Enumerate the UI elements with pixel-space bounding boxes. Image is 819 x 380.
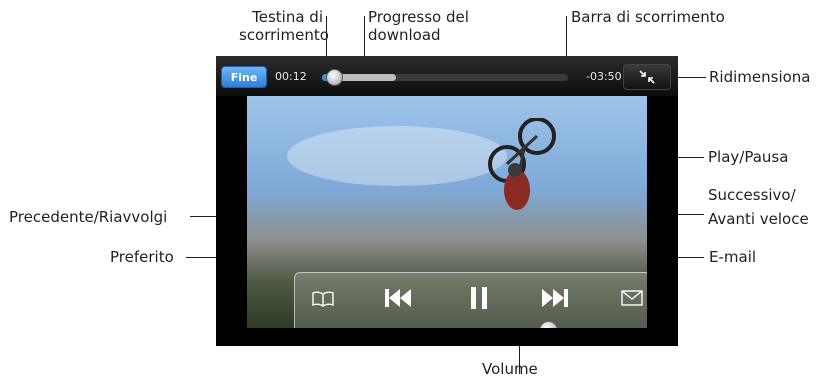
- callout-download-progress: Progresso del download: [368, 8, 469, 44]
- video-player: Fine 00:12 -03:50: [216, 56, 678, 346]
- scrubber-bar[interactable]: [322, 69, 568, 86]
- callout-resize: Ridimensiona: [709, 68, 811, 86]
- pause-icon[interactable]: [468, 285, 490, 311]
- callout-next-fast-forward: Successivo/ Avanti veloce: [708, 186, 809, 228]
- resize-button[interactable]: [623, 64, 671, 90]
- next-icon[interactable]: [540, 286, 570, 310]
- volume-knob[interactable]: [539, 321, 559, 328]
- mountain-biker-image: [488, 118, 556, 210]
- callout-bookmark: Preferito: [110, 248, 174, 266]
- callout-email: E-mail: [709, 248, 757, 266]
- bookmark-icon[interactable]: [311, 290, 335, 308]
- elapsed-time: 00:12: [275, 70, 307, 83]
- previous-icon[interactable]: [383, 286, 413, 310]
- callout-previous-rewind: Precedente/Riavvolgi: [9, 208, 168, 226]
- done-button[interactable]: Fine: [221, 66, 267, 88]
- video-scene: [287, 126, 507, 186]
- playback-controls-overlay: [294, 272, 647, 328]
- callout-playhead: Testina di scorrimento: [239, 8, 329, 44]
- remaining-time: -03:50: [586, 70, 622, 83]
- resize-icon: [639, 70, 655, 84]
- top-bar: Fine 00:12 -03:50: [216, 56, 678, 96]
- callout-volume: Volume: [482, 360, 538, 378]
- callout-scrubber-bar: Barra di scorrimento: [571, 8, 725, 26]
- email-icon[interactable]: [621, 290, 643, 306]
- playhead[interactable]: [326, 69, 344, 86]
- video-frame[interactable]: [247, 96, 647, 328]
- callout-play-pause: Play/Pausa: [708, 148, 789, 166]
